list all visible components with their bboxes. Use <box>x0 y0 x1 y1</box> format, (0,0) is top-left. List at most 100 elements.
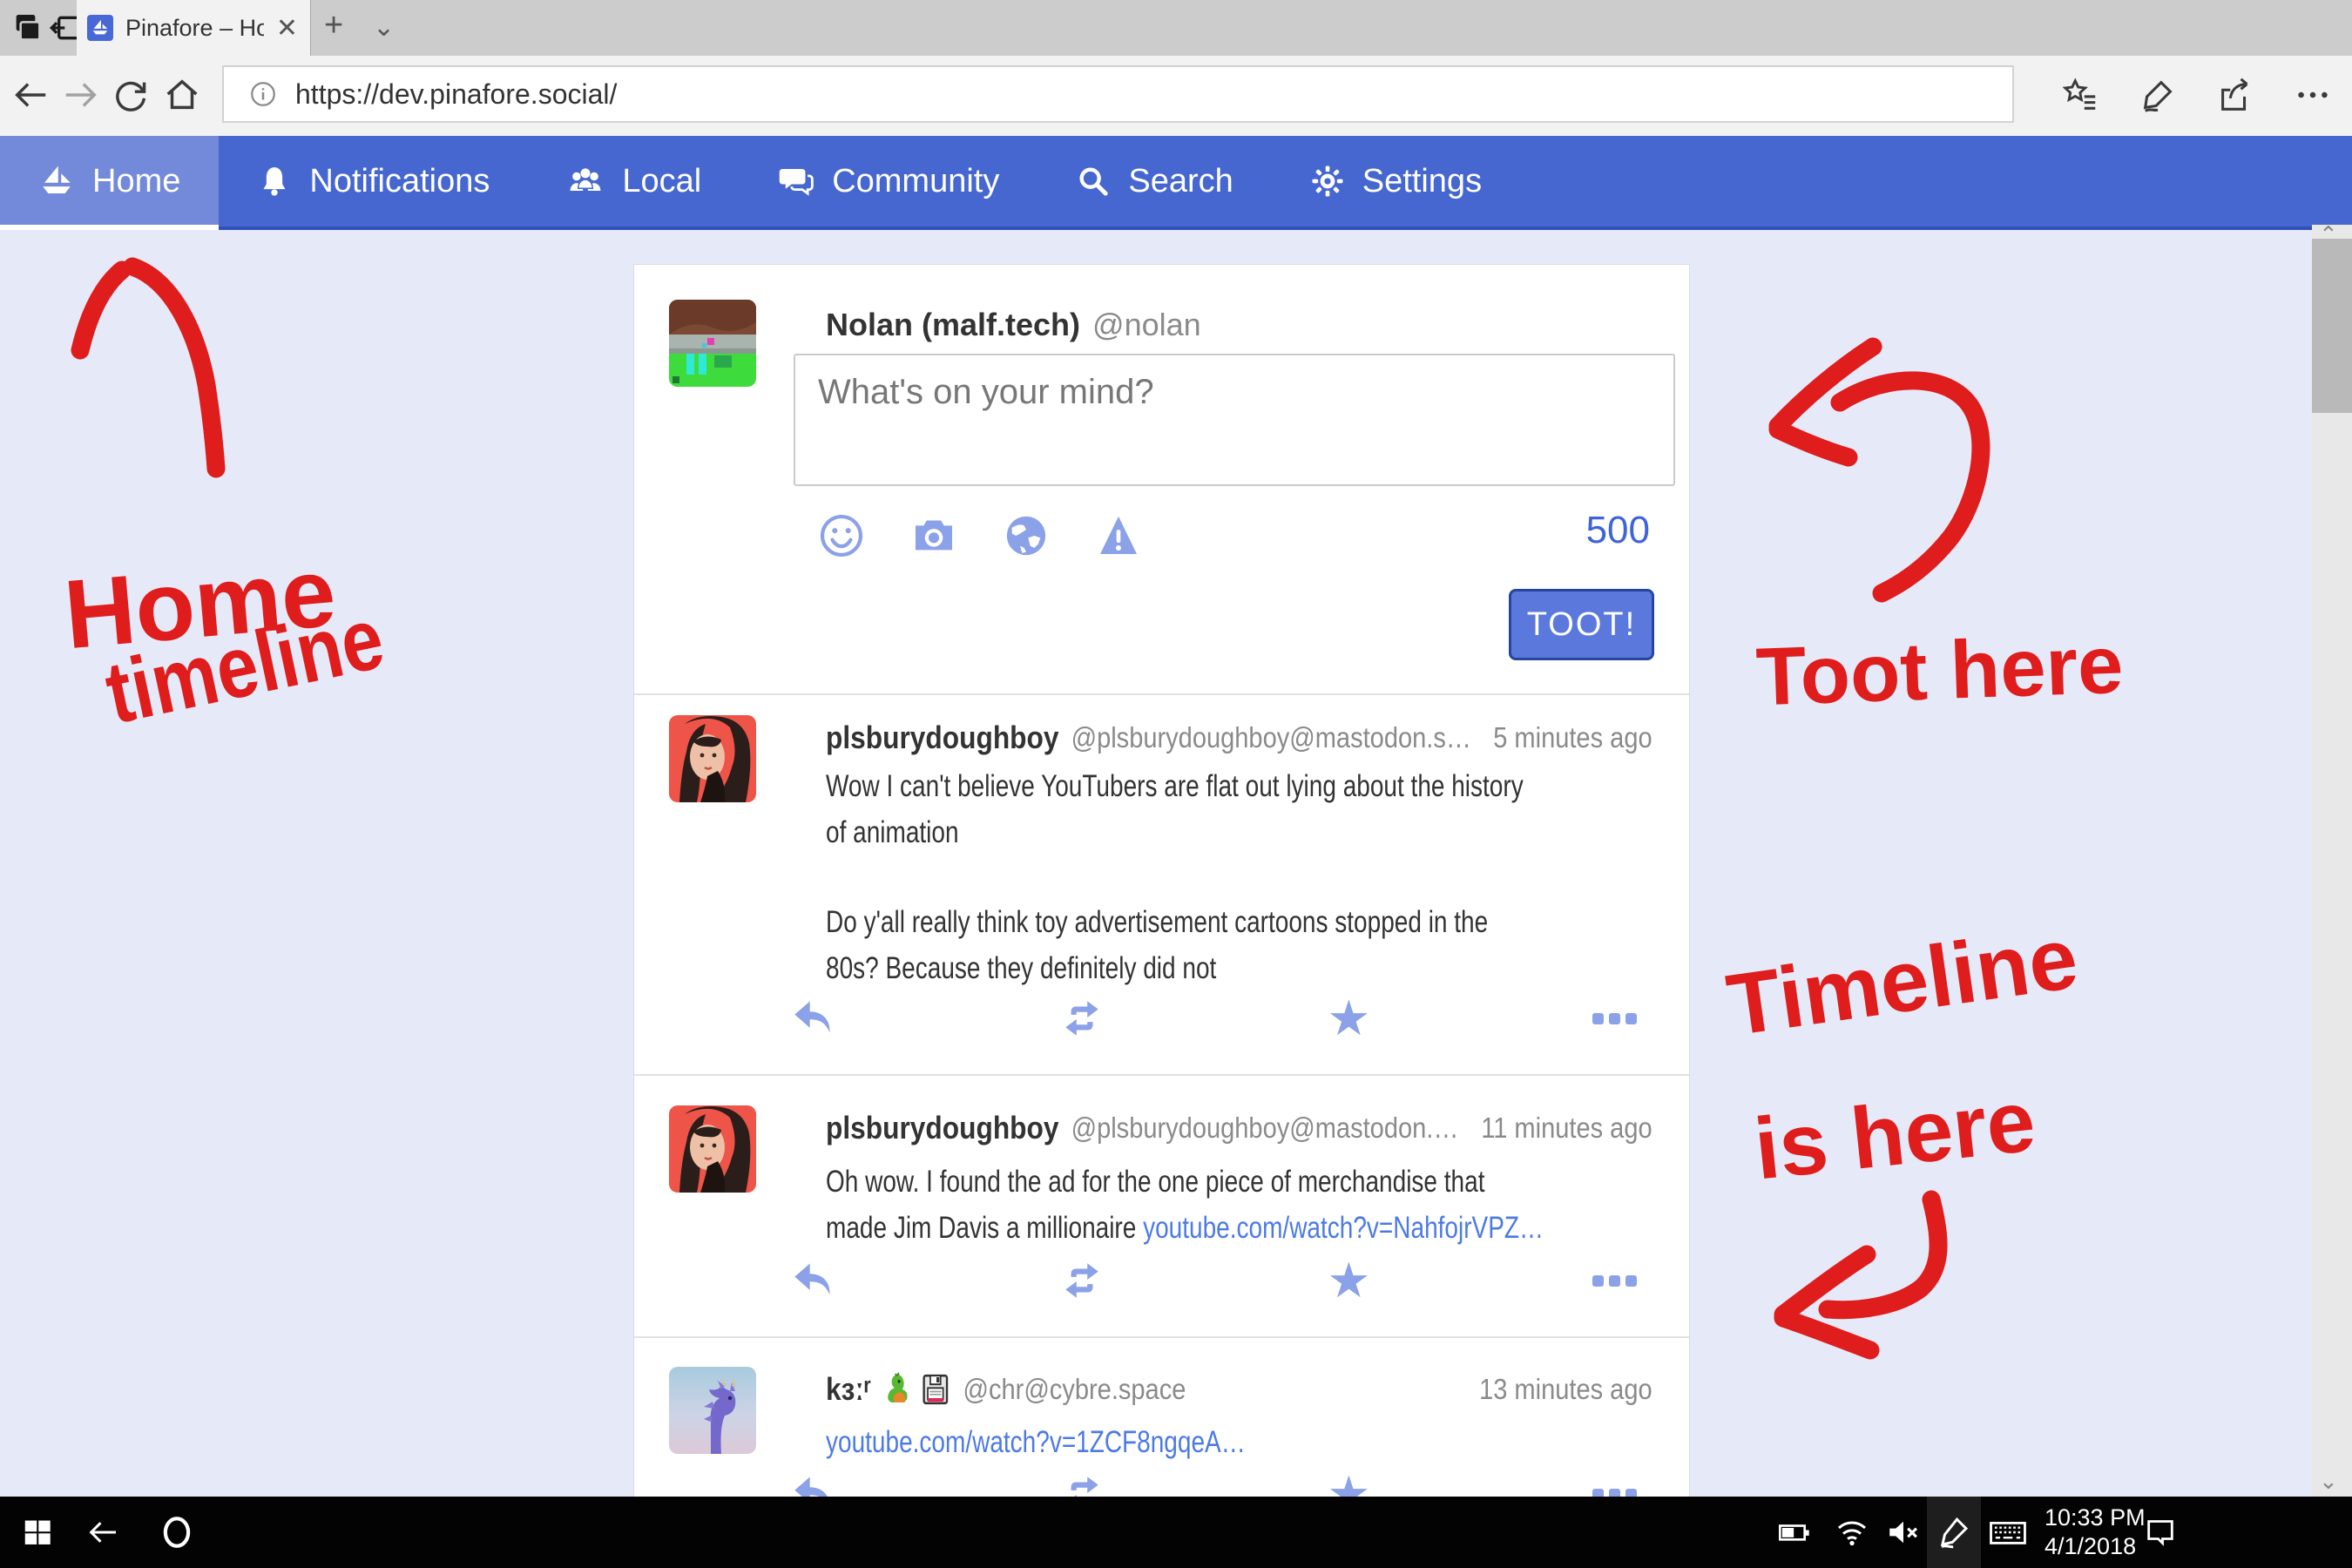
toot-display-name[interactable]: plsburydoughboy <box>826 1110 1059 1146</box>
info-icon[interactable] <box>248 79 278 109</box>
favorite-star-icon[interactable]: ★ <box>1327 997 1370 1039</box>
pinafore-nav: Home Notifications Local Community <box>0 136 2352 230</box>
annotation-timeline-word: timeline <box>98 588 392 744</box>
divider <box>634 1336 1689 1338</box>
tab-list-chevron-icon[interactable]: ⌄ <box>373 12 395 43</box>
home-icon[interactable] <box>162 75 202 115</box>
tab-close-icon[interactable]: ✕ <box>276 13 298 44</box>
content-warning-icon[interactable] <box>1094 511 1143 560</box>
divider <box>634 693 1689 695</box>
taskbar: 10:33 PM 4/1/2018 <box>0 1497 2352 1568</box>
taskbar-clock[interactable]: 10:33 PM 4/1/2018 <box>2044 1504 2146 1561</box>
nav-item-notifications[interactable]: Notifications <box>219 136 528 226</box>
bell-icon <box>257 164 292 199</box>
reply-icon[interactable] <box>791 997 836 1039</box>
toot-avatar[interactable] <box>669 1105 756 1193</box>
toot-timestamp[interactable]: 11 minutes ago <box>1466 1112 1652 1145</box>
address-bar[interactable]: https://dev.pinafore.social/ <box>222 65 2014 123</box>
annotation-is-here: is here <box>1750 1071 2040 1200</box>
toot-display-name[interactable]: kɜːʳ <box>826 1371 871 1408</box>
favorites-hub-icon[interactable] <box>2060 75 2100 115</box>
nav-item-search[interactable]: Search <box>1037 136 1271 226</box>
compose-avatar[interactable] <box>669 300 756 387</box>
battery-icon[interactable] <box>1777 1515 1812 1550</box>
toot-header: plsburydoughboy @plsburydoughboy@mastodo… <box>826 1108 1652 1148</box>
people-icon <box>566 162 605 200</box>
toot-text-line: youtube.com/watch?v=1ZCF8ngqeA… <box>826 1419 1676 1465</box>
scrollbar-thumb[interactable] <box>2312 239 2352 413</box>
toot-button[interactable]: TOOT! <box>1509 589 1654 660</box>
volume-muted-icon[interactable] <box>1885 1514 1922 1551</box>
toot-text-line: of animation <box>826 809 1676 855</box>
toot-timestamp[interactable]: 13 minutes ago <box>1463 1373 1652 1406</box>
refresh-icon[interactable] <box>112 75 152 115</box>
emoji-icon[interactable] <box>817 511 866 560</box>
nav-label-community: Community <box>832 163 999 200</box>
toot-text-line: Oh wow. I found the ad for the one piece… <box>826 1159 1676 1205</box>
pinafore-favicon <box>87 15 113 41</box>
nav-item-local[interactable]: Local <box>528 136 740 226</box>
toot-avatar[interactable] <box>669 1367 756 1454</box>
boost-icon[interactable] <box>1058 997 1105 1039</box>
gear-icon <box>1310 164 1345 199</box>
forward-icon[interactable] <box>61 75 101 115</box>
annotation-toot-here: Toot here <box>1754 618 2125 725</box>
camera-media-icon[interactable] <box>909 511 958 560</box>
sailboat-icon <box>38 163 75 199</box>
privacy-globe-icon[interactable] <box>1002 511 1051 560</box>
compose-textarea[interactable] <box>794 354 1675 486</box>
browser-tab[interactable]: Pinafore – Home ✕ <box>77 0 311 56</box>
clock-time: 10:33 PM <box>2044 1504 2146 1532</box>
toot-timestamp[interactable]: 5 minutes ago <box>1478 721 1652 754</box>
touch-keyboard-icon[interactable] <box>1988 1512 2028 1552</box>
tab-title: Pinafore – Home <box>125 15 264 42</box>
start-button-icon[interactable] <box>21 1516 54 1549</box>
reply-icon[interactable] <box>791 1260 836 1301</box>
windows-ink-pen-icon[interactable] <box>1936 1514 1972 1551</box>
more-options-icon[interactable] <box>1592 1275 1637 1287</box>
toot-body: Wow I can't believe YouTubers are flat o… <box>826 763 1676 991</box>
nav-label-settings: Settings <box>1362 163 1482 200</box>
nav-item-settings[interactable]: Settings <box>1272 136 1520 226</box>
scroll-down-icon[interactable]: ⌄ <box>2319 1468 2338 1495</box>
settings-more-icon[interactable] <box>2293 75 2333 115</box>
wifi-icon[interactable] <box>1835 1515 1869 1550</box>
cortana-icon[interactable] <box>159 1514 195 1551</box>
annotation-timeline: Timeline <box>1721 908 2084 1056</box>
timeline-column: Nolan (malf.tech)@nolan 500 TOOT! <box>633 264 1690 1497</box>
search-icon <box>1076 164 1111 199</box>
toot-display-name[interactable]: plsburydoughboy <box>826 720 1059 756</box>
divider <box>634 1074 1689 1076</box>
boost-icon[interactable] <box>1058 1260 1105 1301</box>
toot-body: youtube.com/watch?v=1ZCF8ngqeA… <box>826 1419 1676 1465</box>
dragon-emoji <box>882 1372 912 1407</box>
toot-text-line: Wow I can't believe YouTubers are flat o… <box>826 763 1676 809</box>
toot-handle: @plsburydoughboy@mastodon.so… <box>1071 721 1478 754</box>
page-scrollbar[interactable]: ⌃ ⌄ <box>2312 225 2352 1497</box>
action-center-icon[interactable] <box>2143 1515 2178 1550</box>
floppy-disk-emoji <box>920 1372 950 1407</box>
toot-header: kɜːʳ @chr@cybre.space 13 minutes ago <box>826 1369 1652 1409</box>
clock-date: 4/1/2018 <box>2044 1532 2146 1561</box>
toot-link[interactable]: youtube.com/watch?v=1ZCF8ngqeA… <box>826 1425 1246 1459</box>
toot-link[interactable]: youtube.com/watch?v=NahfojrVPZ… <box>1143 1211 1544 1245</box>
toot-header: plsburydoughboy @plsburydoughboy@mastodo… <box>826 718 1652 758</box>
nav-label-home: Home <box>92 163 180 200</box>
nav-label-local: Local <box>622 163 701 200</box>
annotation-home: Home <box>60 536 340 672</box>
compose-toolbar <box>817 511 1143 560</box>
set-aside-tabs-icon[interactable] <box>10 10 45 45</box>
browser-toolbar: https://dev.pinafore.social/ <box>0 56 2352 136</box>
nav-item-home[interactable]: Home <box>0 136 219 226</box>
share-icon[interactable] <box>2215 75 2255 115</box>
compose-display-name: Nolan (malf.tech) <box>826 307 1080 342</box>
favorite-star-icon[interactable]: ★ <box>1327 1260 1370 1301</box>
back-icon[interactable] <box>10 75 51 115</box>
web-note-pen-icon[interactable] <box>2139 75 2179 115</box>
more-options-icon[interactable] <box>1592 1013 1637 1024</box>
nav-item-community[interactable]: Community <box>740 136 1037 226</box>
new-tab-icon[interactable]: + <box>324 7 343 44</box>
toot-handle: @chr@cybre.space <box>963 1373 1186 1406</box>
taskbar-back-icon[interactable] <box>85 1515 120 1550</box>
toot-avatar[interactable] <box>669 715 756 802</box>
